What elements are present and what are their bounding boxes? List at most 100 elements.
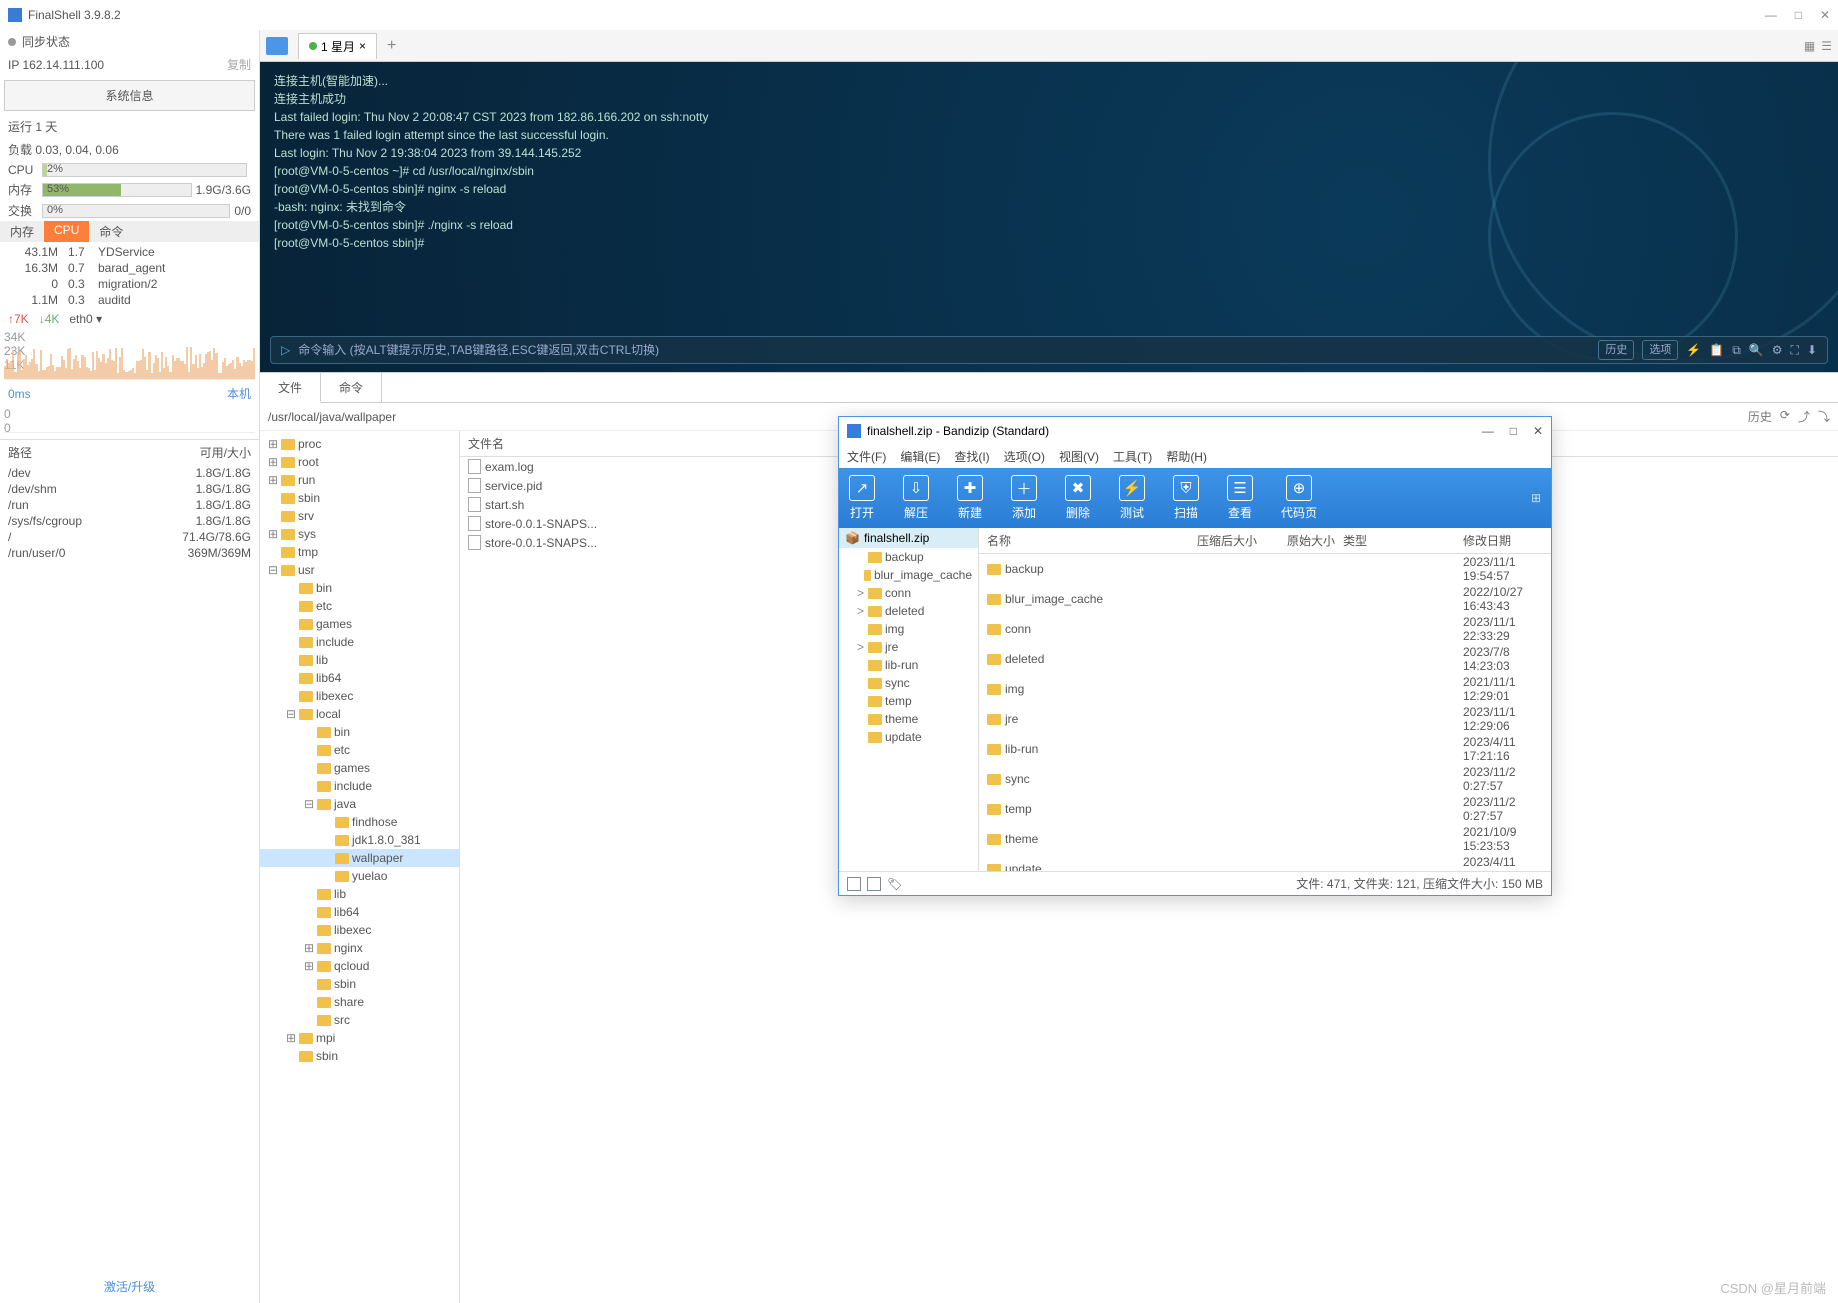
tree-item[interactable]: ⊞run: [260, 471, 459, 489]
tab-cmd[interactable]: 命令: [89, 221, 133, 242]
close-button[interactable]: ✕: [1820, 8, 1830, 22]
add-tab-button[interactable]: +: [377, 33, 406, 59]
expand-icon[interactable]: ⛶: [1791, 341, 1799, 359]
bz-tree-item[interactable]: temp: [839, 692, 978, 710]
tree-item[interactable]: wallpaper: [260, 849, 459, 867]
close-icon[interactable]: ×: [359, 39, 366, 53]
terminal[interactable]: 连接主机(智能加速)...连接主机成功Last failed login: Th…: [260, 62, 1838, 372]
grid-view-icon[interactable]: ▦: [1804, 39, 1815, 53]
bz-file-row[interactable]: lib-run2023/4/11 17:21:16: [979, 734, 1551, 764]
bz-file-row[interactable]: update2023/4/11 17:21:27: [979, 854, 1551, 871]
tree-item[interactable]: ⊞root: [260, 453, 459, 471]
process-row[interactable]: 43.1M1.7YDService: [8, 244, 251, 260]
minimize-button[interactable]: —: [1765, 8, 1777, 22]
maximize-button[interactable]: □: [1510, 424, 1517, 438]
toolbar-新建[interactable]: ✚新建: [957, 475, 983, 521]
toolbar-删除[interactable]: ✖删除: [1065, 475, 1091, 521]
history-label[interactable]: 历史: [1748, 408, 1772, 425]
bz-file-row[interactable]: theme2021/10/9 15:23:53: [979, 824, 1551, 854]
bandizip-list-header[interactable]: 名称 压缩后大小 原始大小 类型 修改日期: [979, 528, 1551, 554]
tab-mem[interactable]: 内存: [0, 221, 44, 242]
tree-item[interactable]: findhose: [260, 813, 459, 831]
tree-item[interactable]: src: [260, 1011, 459, 1029]
clipboard-icon[interactable]: 📋: [1709, 341, 1724, 359]
tree-item[interactable]: ⊟usr: [260, 561, 459, 579]
menu-item[interactable]: 帮助(H): [1166, 448, 1207, 465]
grid-icon[interactable]: ⊞: [1531, 491, 1541, 505]
tree-item[interactable]: lib: [260, 885, 459, 903]
toolbar-添加[interactable]: ＋添加: [1011, 475, 1037, 521]
tree-item[interactable]: lib64: [260, 903, 459, 921]
close-button[interactable]: ✕: [1533, 424, 1543, 438]
disk-row[interactable]: /sys/fs/cgroup1.8G/1.8G: [0, 513, 259, 529]
archive-root[interactable]: 📦 finalshell.zip: [839, 528, 978, 548]
toolbar-查看[interactable]: ☰查看: [1227, 475, 1253, 521]
bz-tree-item[interactable]: lib-run: [839, 656, 978, 674]
folder-icon[interactable]: [266, 37, 288, 55]
tab-files[interactable]: 文件: [260, 373, 321, 403]
bolt-icon[interactable]: ⚡: [1686, 341, 1701, 359]
options-button[interactable]: 选项: [1642, 340, 1678, 361]
disk-row[interactable]: /71.4G/78.6G: [0, 529, 259, 545]
tab-commands[interactable]: 命令: [321, 373, 382, 402]
view-icon[interactable]: [847, 877, 861, 891]
tree-item[interactable]: ⊞mpi: [260, 1029, 459, 1047]
view-icon[interactable]: [867, 877, 881, 891]
disk-row[interactable]: /dev1.8G/1.8G: [0, 465, 259, 481]
bz-file-row[interactable]: backup2023/11/1 19:54:57: [979, 554, 1551, 584]
bz-tree-item[interactable]: blur_image_cache: [839, 566, 978, 584]
bz-tree-item[interactable]: img: [839, 620, 978, 638]
tree-item[interactable]: ⊞nginx: [260, 939, 459, 957]
bz-file-row[interactable]: deleted2023/7/8 14:23:03: [979, 644, 1551, 674]
bz-file-row[interactable]: temp2023/11/2 0:27:57: [979, 794, 1551, 824]
command-input-bar[interactable]: ▷ 命令输入 (按ALT键提示历史,TAB键路径,ESC键返回,双击CTRL切换…: [270, 336, 1828, 364]
list-view-icon[interactable]: ☰: [1821, 39, 1832, 53]
menu-item[interactable]: 视图(V): [1059, 448, 1099, 465]
bz-file-row[interactable]: sync2023/11/2 0:27:57: [979, 764, 1551, 794]
bz-file-row[interactable]: blur_image_cache2022/10/27 16:43:43: [979, 584, 1551, 614]
tree-item[interactable]: include: [260, 633, 459, 651]
cwd-label[interactable]: /usr/local/java/wallpaper: [268, 410, 396, 424]
tree-item[interactable]: sbin: [260, 1047, 459, 1065]
menu-item[interactable]: 选项(O): [1004, 448, 1045, 465]
bandizip-file-list[interactable]: 名称 压缩后大小 原始大小 类型 修改日期 backup2023/11/1 19…: [979, 528, 1551, 871]
tree-item[interactable]: libexec: [260, 687, 459, 705]
tree-item[interactable]: games: [260, 615, 459, 633]
tree-item[interactable]: libexec: [260, 921, 459, 939]
upload-icon[interactable]: ⤴: [1798, 408, 1810, 425]
tree-item[interactable]: ⊟java: [260, 795, 459, 813]
bandizip-tree[interactable]: 📦 finalshell.zip backup blur_image_cache…: [839, 528, 979, 871]
tree-item[interactable]: games: [260, 759, 459, 777]
net-iface[interactable]: eth0 ▾: [69, 312, 102, 326]
disk-row[interactable]: /run1.8G/1.8G: [0, 497, 259, 513]
process-row[interactable]: 00.3migration/2: [8, 276, 251, 292]
refresh-icon[interactable]: ⟳: [1780, 408, 1790, 425]
process-row[interactable]: 1.1M0.3auditd: [8, 292, 251, 308]
tree-item[interactable]: etc: [260, 597, 459, 615]
bz-file-row[interactable]: img2021/11/1 12:29:01: [979, 674, 1551, 704]
tree-item[interactable]: ⊞qcloud: [260, 957, 459, 975]
tree-item[interactable]: etc: [260, 741, 459, 759]
tree-item[interactable]: sbin: [260, 489, 459, 507]
bandizip-window[interactable]: finalshell.zip - Bandizip (Standard) — □…: [838, 416, 1552, 896]
disk-row[interactable]: /run/user/0369M/369M: [0, 545, 259, 561]
tag-icon[interactable]: 🏷: [887, 877, 902, 891]
menu-item[interactable]: 编辑(E): [900, 448, 940, 465]
bz-tree-item[interactable]: backup: [839, 548, 978, 566]
copy-icon[interactable]: ⧉: [1732, 341, 1741, 359]
toolbar-解压[interactable]: ⇩解压: [903, 475, 929, 521]
tree-item[interactable]: ⊟local: [260, 705, 459, 723]
menu-item[interactable]: 工具(T): [1113, 448, 1152, 465]
process-row[interactable]: 16.3M0.7barad_agent: [8, 260, 251, 276]
bz-tree-item[interactable]: sync: [839, 674, 978, 692]
search-icon[interactable]: 🔍: [1749, 341, 1764, 359]
toolbar-扫描[interactable]: ⛨扫描: [1173, 475, 1199, 521]
download-icon[interactable]: ⬇: [1807, 341, 1817, 359]
activate-link[interactable]: 激活/升级: [0, 1270, 259, 1303]
history-button[interactable]: 历史: [1598, 340, 1634, 361]
bz-tree-item[interactable]: >conn: [839, 584, 978, 602]
tree-item[interactable]: ⊞sys: [260, 525, 459, 543]
tree-item[interactable]: lib64: [260, 669, 459, 687]
tab-connection[interactable]: 1 星月 ×: [298, 33, 377, 59]
minimize-button[interactable]: —: [1482, 424, 1494, 438]
